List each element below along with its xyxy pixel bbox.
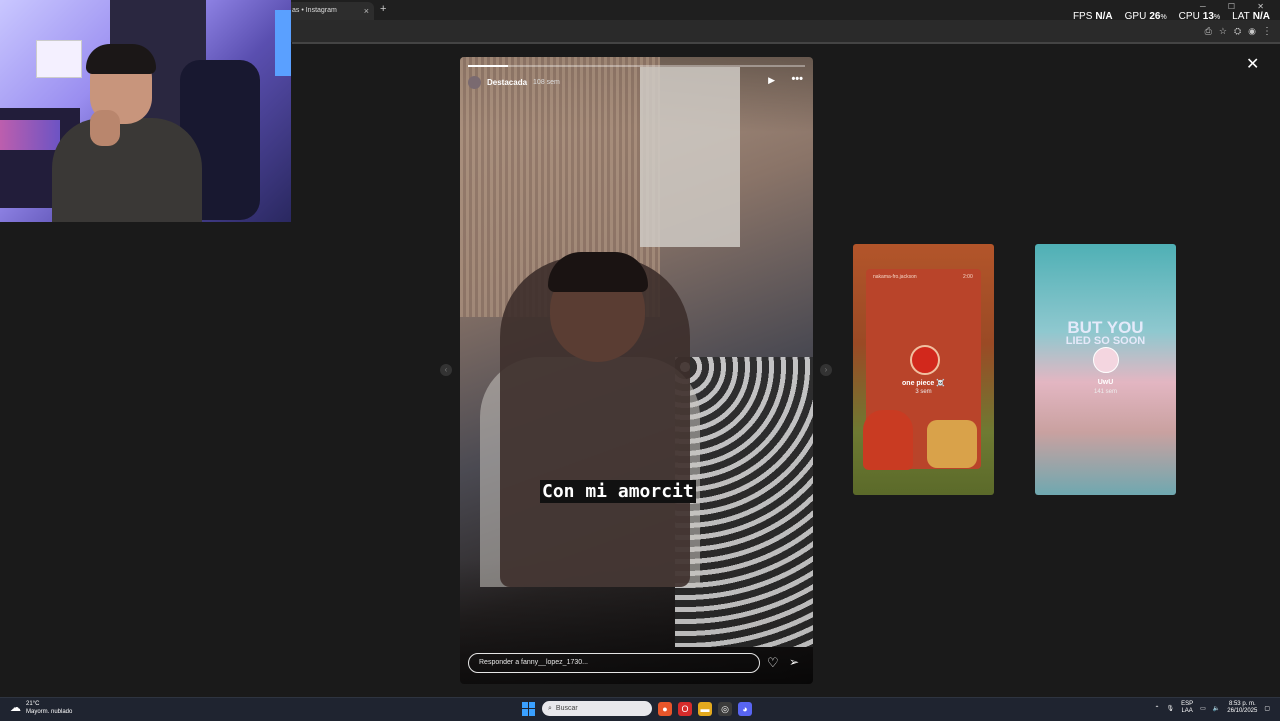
tray-chevron-icon[interactable]: ⌃ (1154, 705, 1159, 712)
lat-stat: LAT N/A (1232, 11, 1270, 22)
language-indicator[interactable]: ESP LAA (1181, 701, 1193, 715)
story-username[interactable]: Destacada (487, 78, 527, 87)
story-progress-fill (468, 65, 509, 67)
play-icon[interactable]: ▶ (768, 75, 775, 86)
story-preview-card[interactable]: nakama-fro.jackson 2:00 one piece ☠️ 3 s… (853, 244, 994, 495)
profile-icon[interactable]: ◉ (1248, 26, 1256, 37)
preview-crew-art (927, 420, 977, 468)
preview-time: 141 sem (1093, 389, 1117, 395)
preview-inner-user: nakama-fro.jackson (873, 274, 917, 280)
weather-widget[interactable]: ☁ 21°C Mayorm. nublado (10, 700, 72, 716)
weather-desc: Mayorm. nublado (26, 709, 73, 715)
app-icon-browser-chrome[interactable]: ● (658, 701, 672, 716)
search-placeholder: Buscar (555, 705, 578, 712)
story-wall-pillar (640, 67, 740, 247)
extensions-icon[interactable]: ⛭ (1234, 26, 1241, 37)
prev-story-icon[interactable]: ‹ (440, 364, 452, 376)
browser-tab[interactable]: as • Instagram × (286, 2, 374, 20)
reply-input[interactable]: Responder a fanny__lopez_1730... (468, 653, 760, 673)
toolbar-divider (292, 42, 1280, 44)
webcam-poster-right (275, 10, 291, 76)
story-progress-bar (468, 65, 805, 67)
volume-icon[interactable]: 🔈 (1213, 705, 1220, 712)
webcam-poster (36, 40, 82, 78)
app-icon-opera[interactable]: O (678, 701, 692, 716)
story-timestamp: 108 sem (533, 78, 560, 86)
webcam-led-lights (0, 120, 60, 150)
webcam-streamer-hand (90, 110, 120, 146)
clock[interactable]: 8:53 p. m. 26/10/2025 (1227, 701, 1257, 715)
like-heart-icon[interactable]: ♡ (767, 655, 779, 671)
network-icon[interactable]: ▭ (1200, 705, 1206, 712)
next-story-icon[interactable]: › (820, 364, 832, 376)
gpu-stat: GPU 26% (1124, 11, 1167, 22)
notifications-icon[interactable]: ▢ (1264, 705, 1270, 712)
story-frame[interactable]: Destacada 108 sem ▶ ••• Con mi amorcit R… (460, 57, 813, 684)
preview-avatar (1093, 347, 1119, 373)
story-caption: Con mi amorcit (540, 480, 696, 503)
browser-menu-icon[interactable]: ⋮ (1262, 26, 1272, 37)
tab-title: as • Instagram (292, 7, 337, 14)
cast-icon[interactable]: ⎙ (1205, 26, 1212, 37)
tab-close-icon[interactable]: × (364, 2, 369, 20)
preview-name: UwU (1097, 379, 1114, 386)
new-tab-button[interactable]: + (380, 3, 386, 15)
windows-taskbar: ☁ 21°C Mayorm. nublado ⌕ Buscar ● O ▬ ◎ … (0, 697, 1280, 721)
webcam-overlay (0, 0, 291, 222)
preview-inner-time: 2:00 (963, 274, 973, 280)
windows-start-icon[interactable] (522, 701, 536, 716)
more-options-icon[interactable]: ••• (791, 73, 803, 85)
send-direct-icon[interactable]: ➢ (789, 655, 799, 669)
story-person-hair (548, 252, 648, 292)
weather-temp: 21°C (26, 701, 40, 707)
cpu-stat: CPU 13% (1178, 11, 1221, 22)
folder-icon[interactable]: ▬ (698, 701, 712, 716)
preview-avatar (910, 345, 940, 375)
app-icon-chrome[interactable]: ◎ (718, 701, 732, 716)
close-viewer-icon[interactable]: ✕ (1246, 54, 1259, 74)
cloud-icon: ☁ (10, 702, 21, 714)
preview-character-art (863, 410, 913, 470)
taskbar-apps: ⌕ Buscar ● O ▬ ◎ ◕ (522, 701, 752, 716)
search-icon: ⌕ (548, 705, 552, 712)
system-tray: ⌃ 🎙 ESP LAA ▭ 🔈 8:53 p. m. 26/10/2025 ▢ (1154, 701, 1270, 715)
app-icon-discord[interactable]: ◕ (738, 701, 752, 716)
webcam-streamer-body (52, 118, 202, 222)
story-header: Destacada 108 sem ▶ ••• (468, 73, 805, 90)
preview-time: 3 sem (915, 389, 932, 395)
window-controls[interactable]: ─ ☐ ✕ (1200, 2, 1274, 11)
preview-overlay-text-2: LIED SO SOON (1065, 335, 1146, 347)
webcam-streamer-hair (86, 44, 156, 74)
toolbar-icons: ⎙ ☆ ⛭ ◉ (1205, 26, 1256, 37)
preview-name: one piece ☠️ (902, 380, 945, 387)
taskbar-search[interactable]: ⌕ Buscar (542, 701, 652, 716)
bookmark-star-icon[interactable]: ☆ (1219, 26, 1227, 37)
mic-icon[interactable]: 🎙 (1167, 705, 1175, 712)
story-preview-card[interactable]: BUT YOU LIED SO SOON UwU 141 sem (1035, 244, 1176, 495)
fps-stat: FPS N/A (1072, 11, 1113, 22)
story-avatar[interactable] (468, 75, 481, 89)
performance-overlay: FPS N/A GPU 26% CPU 13% LAT N/A (1073, 11, 1270, 22)
